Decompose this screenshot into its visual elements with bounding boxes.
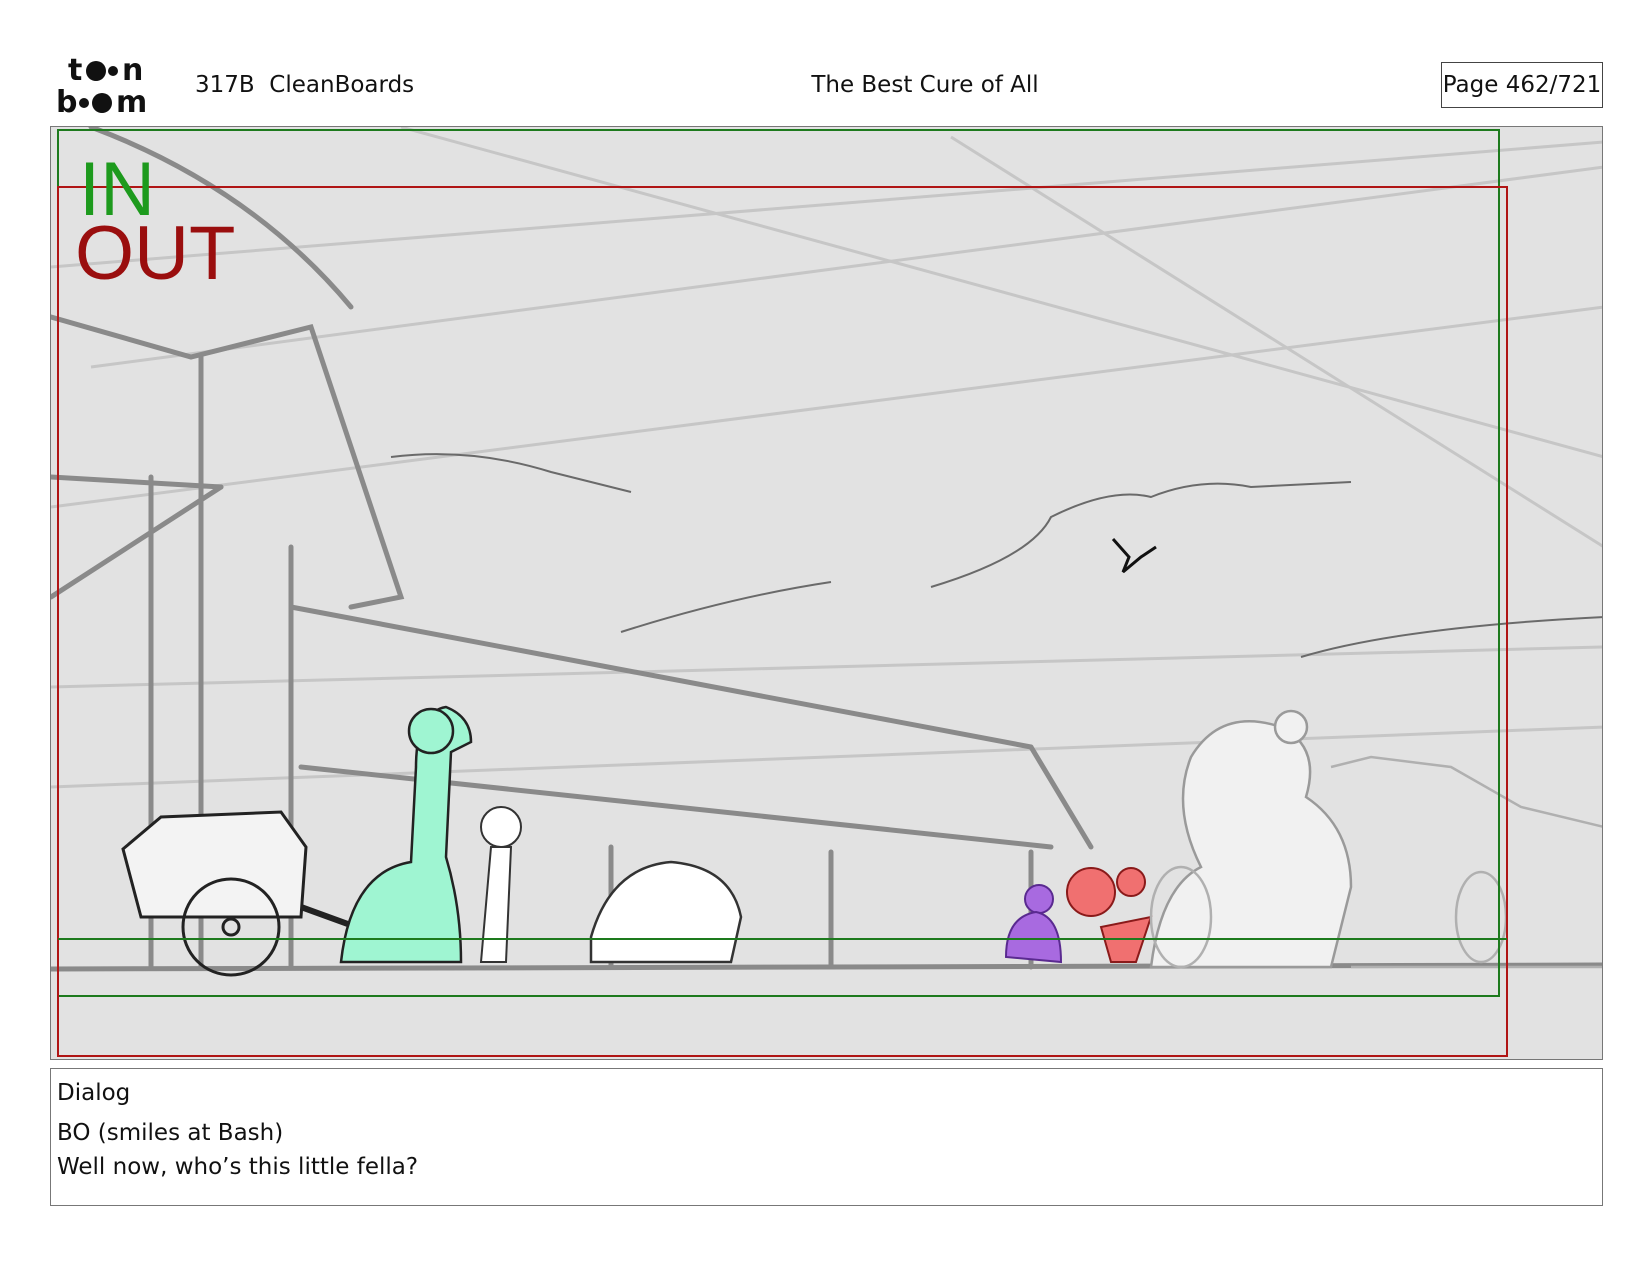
panel-sketch: [51, 127, 1602, 1059]
dialog-line: BO (smiles at Bash): [57, 1120, 284, 1146]
page-indicator: Page 462/721: [1441, 62, 1603, 108]
page-title: The Best Cure of All: [811, 72, 1039, 98]
out-frame-label: OUT: [75, 211, 236, 296]
dialog-line: Well now, who’s this little fella?: [57, 1154, 419, 1180]
dialog-box: Dialog BO (smiles at Bash) Well now, who…: [50, 1068, 1603, 1206]
dialog-heading: Dialog: [57, 1080, 131, 1106]
storyboard-panel: IN OUT: [50, 126, 1603, 1060]
